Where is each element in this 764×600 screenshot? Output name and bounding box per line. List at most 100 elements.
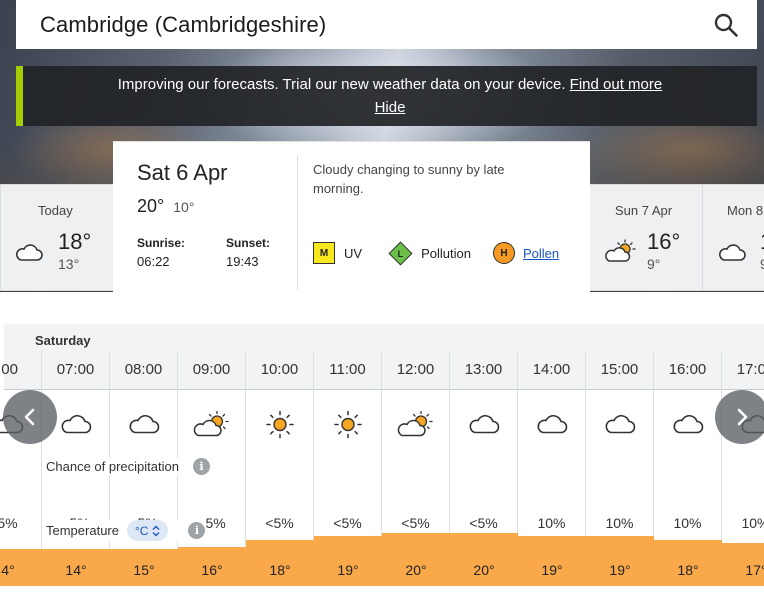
- search-icon[interactable]: [711, 10, 741, 40]
- temperature-label: Temperature: [46, 523, 119, 538]
- cloud-icon: [127, 414, 161, 441]
- day-min-temp: 13°: [58, 256, 80, 272]
- sunrise-label: Sunrise:: [137, 236, 186, 250]
- temperature-bar: 17°: [722, 543, 764, 586]
- hour-time: 12:00: [396, 361, 435, 378]
- precipitation-value: <5%: [401, 515, 430, 531]
- day-name: Sun 7 Apr: [615, 203, 673, 218]
- temperature-bar: 18°: [654, 540, 722, 586]
- cloud-icon: [717, 243, 747, 268]
- chevron-up-down-icon: [152, 525, 160, 536]
- pollen-link[interactable]: Pollen: [523, 246, 559, 261]
- temperature-bar: 19°: [586, 536, 654, 586]
- sun-icon: [333, 410, 363, 445]
- precipitation-value: 10%: [605, 515, 634, 531]
- hour-time: 14:00: [532, 361, 571, 378]
- day-min-temp: 9: [760, 256, 764, 272]
- sun-icon: [265, 410, 295, 445]
- temperature-bar: 15°: [110, 549, 178, 586]
- cloud-icon: [535, 414, 569, 441]
- chevron-right-icon: [737, 408, 748, 426]
- hour-time: :00: [0, 361, 18, 378]
- day-tab-mon[interactable]: Mon 8 1 9: [702, 184, 764, 291]
- day-tab-today[interactable]: Today 18° 13°: [0, 184, 114, 291]
- uv-label: UV: [344, 245, 363, 261]
- search-input[interactable]: Cambridge (Cambridgeshire): [40, 12, 711, 38]
- temperature-strip-edge: [4, 586, 764, 600]
- precipitation-row-label: Chance of precipitation i: [46, 458, 210, 475]
- scroll-left-button[interactable]: [3, 390, 57, 444]
- hourly-day-label: Saturday: [35, 333, 91, 348]
- day-tab-selected[interactable]: Sat 6 Apr 20° 10° Sunrise: 06:22 Sunset:…: [113, 142, 590, 292]
- day-min-temp: 9°: [647, 256, 661, 272]
- cloud-icon: [671, 414, 705, 441]
- unit-value: °C: [134, 523, 149, 538]
- cloud-icon: [603, 414, 637, 441]
- scroll-right-button[interactable]: [715, 390, 764, 444]
- environment-badges: M UV L Pollution H Pollen: [313, 240, 559, 266]
- banner-message: Improving our forecasts. Trial our new w…: [117, 76, 566, 93]
- temperature-bar: 19°: [314, 536, 382, 586]
- hour-column: :00 5%: [0, 351, 42, 576]
- precipitation-value: 10%: [537, 515, 566, 531]
- hour-time: 11:00: [329, 361, 366, 378]
- selected-max-temp: 20°: [137, 196, 165, 216]
- day-tab-sun[interactable]: Sun 7 Apr 16° 9°: [589, 184, 703, 291]
- sunset-time: 19:43: [226, 254, 259, 269]
- temperature-bar: 18°: [246, 540, 314, 586]
- cloud-icon: [59, 414, 93, 441]
- temperature-bar: 4°: [0, 549, 42, 586]
- selected-min-temp: 10°: [173, 199, 195, 215]
- sun-cloud-icon: [396, 410, 436, 444]
- hour-time: 13:00: [464, 361, 503, 378]
- find-out-more-link[interactable]: Find out more: [570, 76, 663, 93]
- info-icon[interactable]: i: [192, 458, 210, 475]
- uv-badge: M: [313, 242, 335, 264]
- pollen-badge: H: [492, 242, 515, 264]
- sun-cloud-icon: [192, 410, 232, 444]
- day-max-temp: 1: [760, 229, 764, 255]
- hour-time: 17:00: [736, 361, 764, 378]
- temperature-row-label: Temperature °C i: [46, 520, 206, 541]
- pollution-label: Pollution: [421, 245, 471, 261]
- precipitation-value: <5%: [469, 515, 498, 531]
- hour-time: 09:00: [192, 361, 231, 378]
- day-max-temp: 16°: [647, 229, 681, 254]
- hour-time: 15:00: [600, 361, 639, 378]
- sunrise-time: 06:22: [137, 254, 170, 269]
- day-name: Mon 8: [727, 203, 764, 218]
- precipitation-value: <5%: [265, 515, 294, 531]
- divider: [297, 156, 298, 290]
- info-icon[interactable]: i: [188, 522, 206, 539]
- temperature-bar: 20°: [450, 533, 518, 586]
- precipitation-label: Chance of precipitation: [46, 459, 179, 474]
- cloud-icon: [467, 414, 501, 441]
- precipitation-value: 10%: [673, 515, 702, 531]
- hour-time: 10:00: [260, 361, 299, 378]
- temperature-bar: 20°: [382, 533, 450, 586]
- sun-cloud-icon: [604, 239, 638, 270]
- pollution-badge: L: [388, 240, 413, 266]
- hide-banner-link[interactable]: Hide: [375, 99, 406, 116]
- day-max-temp: 18°: [58, 229, 92, 254]
- pollution-badge-letter: L: [397, 248, 404, 258]
- precipitation-value: 5%: [0, 515, 18, 531]
- day-summary: Cloudy changing to sunny by late morning…: [313, 162, 505, 196]
- hourly-forecast: Saturday :00 5% 4° 07:00 <5% 14° 08:00 <5% 15° 09…: [0, 324, 764, 600]
- day-name: Today: [38, 203, 73, 218]
- hour-time: 16:00: [668, 361, 707, 378]
- chevron-left-icon: [24, 408, 35, 426]
- temperature-unit-select[interactable]: °C: [126, 520, 169, 541]
- forecast-trial-banner: Improving our forecasts. Trial our new w…: [16, 66, 757, 126]
- temperature-bar: 16°: [178, 547, 246, 586]
- precipitation-value: <5%: [333, 515, 362, 531]
- cloud-icon: [14, 243, 44, 268]
- hour-time: 08:00: [124, 361, 163, 378]
- temperature-bar: 14°: [42, 549, 110, 586]
- temperature-bar: 19°: [518, 536, 586, 586]
- selected-date: Sat 6 Apr: [137, 160, 228, 185]
- location-search[interactable]: Cambridge (Cambridgeshire): [16, 0, 757, 49]
- precipitation-value: 10%: [741, 515, 764, 531]
- selected-temps: 20° 10°: [137, 196, 194, 217]
- hour-time: 07:00: [56, 361, 95, 378]
